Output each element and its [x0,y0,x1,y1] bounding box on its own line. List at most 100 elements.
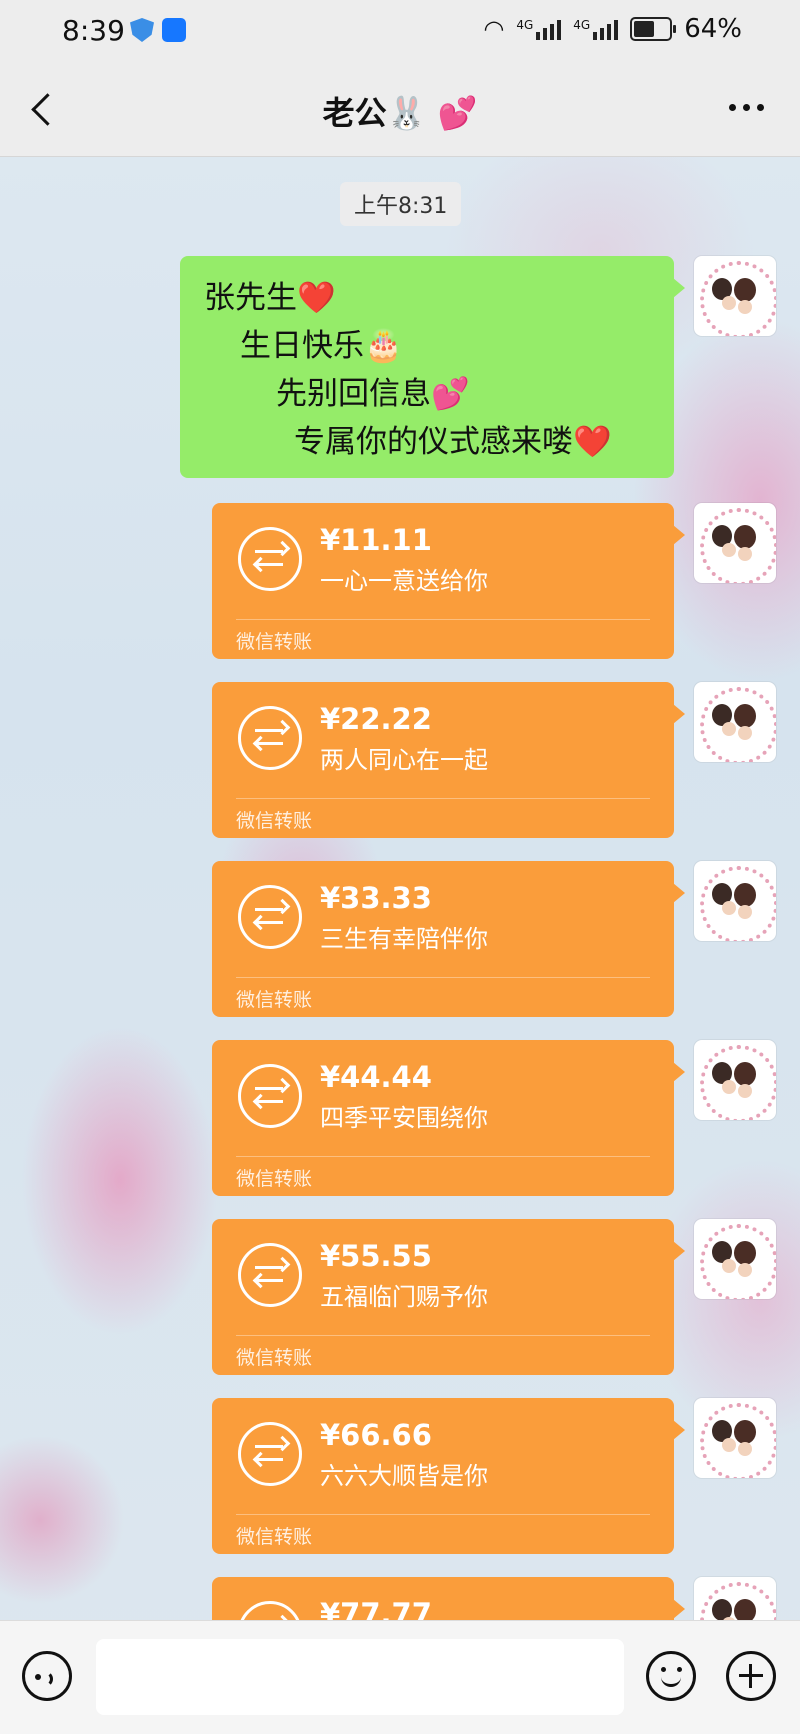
transfer-note: 五福临门赐予你 [320,1283,488,1311]
avatar-figure [738,547,752,561]
transfer-card[interactable]: ¥22.22 两人同心在一起微信转账 [212,682,685,838]
transfer-amount: ¥66.66 [320,1418,432,1452]
message-timestamp: 上午8:31 [340,182,462,226]
chat-header: 老公🐰 💕 [0,64,800,157]
avatar-figure [734,883,756,907]
transfer-divider [236,1335,650,1336]
message-line: 张先生❤️ [204,280,336,316]
transfer-icon [238,527,302,591]
more-dot-icon [757,104,764,111]
more-dot-icon [729,104,736,111]
transfer-amount: ¥22.22 [320,702,432,736]
avatar-figure [738,1084,752,1098]
transfer-note: 一心一意送给你 [320,567,488,595]
sender-avatar[interactable] [694,1398,776,1478]
avatar-figure [738,726,752,740]
message-input[interactable] [96,1639,624,1715]
transfer-note: 四季平安围绕你 [320,1104,488,1132]
transfer-label: 微信转账 [236,989,313,1011]
transfer-arrow-right-icon [274,1256,291,1273]
chat-title: 老公🐰 💕 [322,94,478,132]
network-type-1: 4G [516,18,534,32]
transfer-divider [236,1156,650,1157]
transfer-arrow-right-icon [274,719,291,736]
transfer-card[interactable]: ¥11.11 一心一意送给你微信转账 [212,503,685,659]
transfer-arrow-left-icon [252,735,269,752]
voice-input-button[interactable] [22,1651,72,1701]
signal-icon-2: 4G [573,18,619,40]
avatar-figure [738,1442,752,1456]
transfer-label: 微信转账 [236,1347,313,1369]
wifi-icon: ◠ [483,15,505,43]
transfer-card[interactable]: ¥66.66 六六大顺皆是你 微信转账 [212,1398,685,1554]
avatar-figure [722,1080,736,1094]
transfer-label: 微信转账 [236,631,313,653]
avatar-figure [734,525,756,549]
transfer-label: 微信转账 [236,810,313,832]
sender-avatar[interactable] [694,861,776,941]
transfer-card[interactable]: ¥33.33 三生有幸陪伴你 微信转账 [212,861,685,1017]
message-line: 生日快乐🎂 [240,328,403,364]
transfer-note: 两人同心在一起 [320,746,488,774]
transfer-amount: ¥44.44 [320,1060,432,1094]
avatar-figure [738,905,752,919]
avatar-figure [722,1259,736,1273]
transfer-amount: ¥55.55 [320,1239,432,1273]
signal-icon: 4G [516,18,562,40]
transfer-divider [236,977,650,978]
transfer-icon [238,1422,302,1486]
transfer-arrow-left-icon [252,1093,269,1110]
transfer-icon [238,885,302,949]
transfer-arrow-right-icon [274,1077,291,1094]
avatar-figure [734,704,756,728]
more-functions-button[interactable] [726,1651,776,1701]
avatar-figure [722,1438,736,1452]
more-dot-icon [743,104,750,111]
transfer-card[interactable]: ¥55.55 五福临门赐予你微信转账 [212,1219,685,1375]
text-message-bubble[interactable]: 张先生❤️ 生日快乐🎂 先别回信息💕 专属你的仪式感来喽❤️ [180,256,685,478]
status-indicators: ◠ 4G 4G 64% [483,14,742,44]
transfer-arrow-left-icon [252,556,269,573]
status-app-icons [130,18,186,42]
battery-icon [630,17,677,41]
navigation-app-icon [162,18,186,42]
sender-avatar[interactable] [694,1040,776,1120]
message-line: 专属你的仪式感来喽❤️ [294,424,612,460]
transfer-icon [238,1243,302,1307]
emoji-button[interactable] [646,1651,696,1701]
message-line: 先别回信息💕 [276,376,470,412]
battery-percent: 64% [684,14,742,44]
status-bar: 8:39 ◠ 4G 4G 64% [0,0,800,64]
transfer-icon [238,706,302,770]
transfer-amount: ¥33.33 [320,881,432,915]
avatar-figure [738,300,752,314]
avatar-figure [738,1263,752,1277]
more-options-button[interactable] [729,104,764,111]
network-type-2: 4G [573,18,591,32]
avatar-figure [734,1241,756,1265]
transfer-card[interactable]: ¥44.44 四季平安围绕你微信转账 [212,1040,685,1196]
transfer-divider [236,798,650,799]
transfer-divider [236,1514,650,1515]
transfer-amount: ¥11.11 [320,523,432,557]
avatar-figure [722,296,736,310]
avatar-figure [722,543,736,557]
avatar-figure [722,901,736,915]
avatar-figure [734,278,756,302]
transfer-label: 微信转账 [236,1168,313,1190]
avatar-figure [734,1062,756,1086]
transfer-note: 六六大顺皆是你 [320,1462,488,1490]
transfer-arrow-left-icon [252,1272,269,1289]
sender-avatar[interactable] [694,682,776,762]
sender-avatar[interactable] [694,256,776,336]
transfer-divider [236,619,650,620]
sender-avatar[interactable] [694,1219,776,1299]
transfer-arrow-right-icon [274,1435,291,1452]
transfer-arrow-left-icon [252,1451,269,1468]
transfer-arrow-left-icon [252,914,269,931]
transfer-arrow-right-icon [274,898,291,915]
sender-avatar[interactable] [694,503,776,583]
transfer-arrow-right-icon [274,540,291,557]
battery-fill [634,21,655,37]
status-time: 8:39 [62,14,125,47]
